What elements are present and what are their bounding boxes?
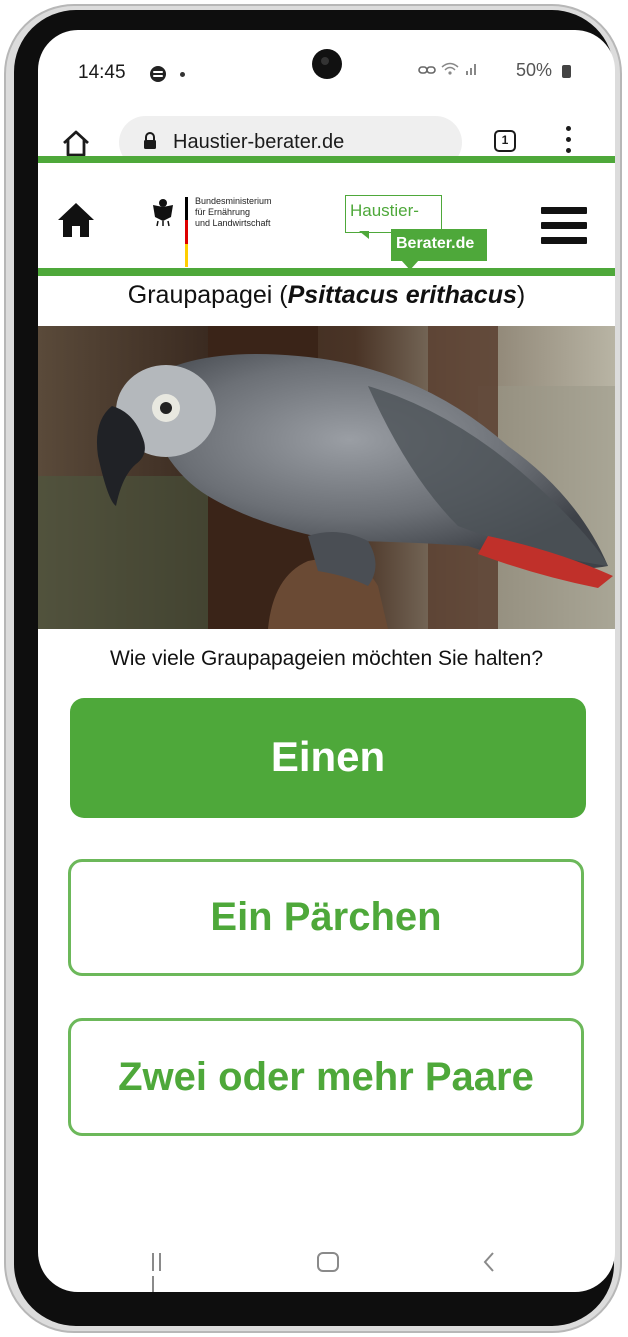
latin-name: Psittacus erithacus bbox=[287, 281, 517, 309]
spotify-icon bbox=[150, 66, 166, 82]
site-header: Bundesministerium für Ernährung und Land… bbox=[38, 163, 615, 270]
ministry-name: Bundesministerium für Ernährung und Land… bbox=[195, 196, 272, 228]
nav-home-icon[interactable] bbox=[317, 1252, 339, 1272]
header-bottom-rule bbox=[38, 268, 615, 276]
notification-dot-icon bbox=[180, 72, 185, 77]
lock-icon bbox=[144, 132, 156, 149]
url-text: Haustier-berater.de bbox=[173, 131, 345, 153]
link-icon bbox=[418, 66, 436, 74]
choice-pair-button[interactable]: Ein Pärchen bbox=[68, 859, 584, 976]
back-chevron-icon[interactable] bbox=[482, 1250, 496, 1274]
browser-menu-icon[interactable] bbox=[566, 126, 572, 154]
grey-parrot-photo bbox=[38, 326, 615, 629]
german-flag-stripe bbox=[185, 197, 188, 267]
logo-bottom-box[interactable]: Berater.de bbox=[391, 229, 487, 261]
hamburger-menu-icon[interactable] bbox=[541, 207, 587, 245]
logo-top-box[interactable]: Haustier- bbox=[345, 195, 442, 233]
phone-screen: 14:45 50% Haustier-berater.de 1 Bundesmi… bbox=[38, 30, 615, 1292]
site-home-icon[interactable] bbox=[56, 201, 96, 239]
status-bar: 14:45 50% bbox=[38, 30, 615, 108]
connectivity-icons bbox=[418, 62, 479, 81]
logo-speech-tail bbox=[359, 231, 369, 239]
tab-switcher-button[interactable]: 1 bbox=[494, 130, 516, 152]
status-time: 14:45 bbox=[78, 62, 126, 83]
question-text: Wie viele Graupapageien möchten Sie halt… bbox=[109, 647, 544, 670]
signal-icon bbox=[465, 64, 476, 75]
browser-home-icon[interactable] bbox=[60, 128, 92, 158]
system-navigation-bar bbox=[38, 1210, 615, 1292]
choice-one-button[interactable]: Einen bbox=[70, 698, 586, 818]
battery-level: 50% bbox=[516, 60, 553, 80]
choice-multiple-pairs-button[interactable]: Zwei oder mehr Paare bbox=[68, 1018, 584, 1136]
battery-icon bbox=[562, 65, 571, 78]
recent-apps-icon[interactable] bbox=[152, 1253, 172, 1292]
logo-bottom-text: Berater.de bbox=[396, 235, 475, 252]
logo-top-text: Haustier- bbox=[350, 201, 419, 220]
front-camera bbox=[312, 49, 342, 79]
wifi-icon bbox=[441, 62, 459, 75]
page-title: Graupapagei (Psittacus erithacus) bbox=[127, 281, 526, 309]
federal-eagle-icon bbox=[153, 199, 173, 227]
